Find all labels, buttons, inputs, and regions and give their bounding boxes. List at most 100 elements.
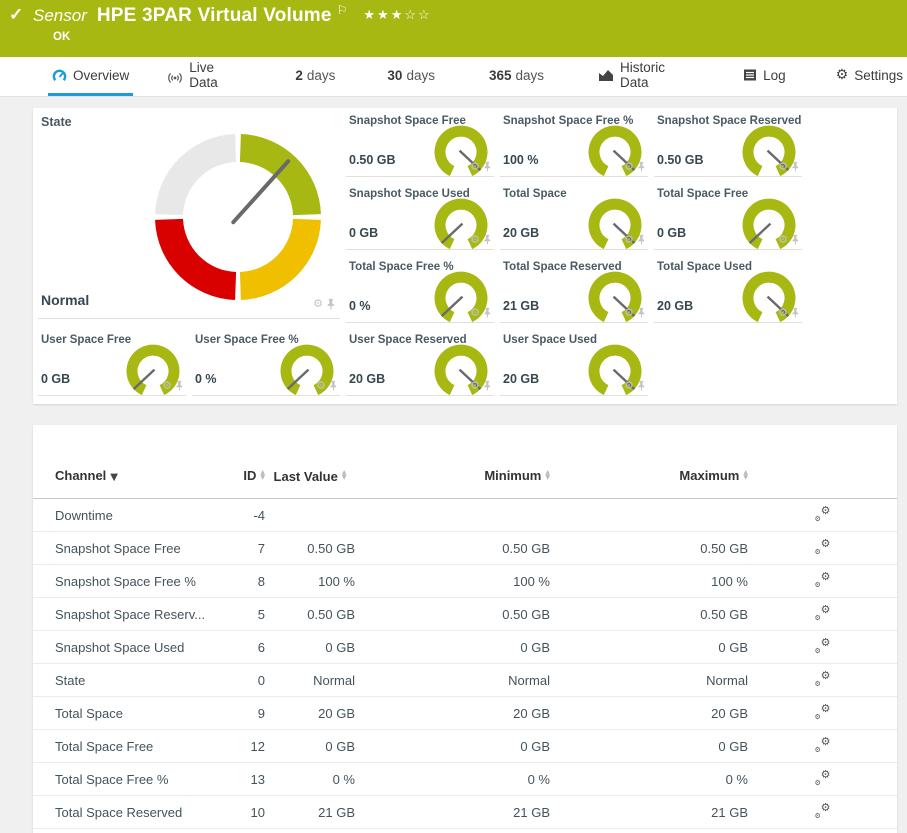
gear-icon[interactable]: ⚙ xyxy=(624,235,634,245)
channel-settings-gear-icon[interactable]: ⚙⚙ xyxy=(815,605,831,621)
tab-live-data[interactable]: Live Data xyxy=(163,57,245,96)
channel-settings-gear-icon[interactable]: ⚙⚙ xyxy=(815,737,831,753)
gauge-title: State xyxy=(41,115,72,129)
sensor-header: ✓ Sensor HPE 3PAR Virtual Volume ⚐ ★★★☆☆… xyxy=(0,0,907,57)
cell-channel: Total Space Free xyxy=(55,739,215,754)
channel-settings-gear-icon[interactable]: ⚙⚙ xyxy=(815,638,831,654)
gear-icon[interactable]: ⚙ xyxy=(778,162,788,172)
flag-icon[interactable]: ⚐ xyxy=(337,3,348,17)
tab-settings[interactable]: ⚙ Settings xyxy=(832,57,907,96)
channel-settings-gear-icon[interactable]: ⚙⚙ xyxy=(815,572,831,588)
pin-icon[interactable] xyxy=(791,234,800,245)
col-header-channel[interactable]: Channel▼ xyxy=(55,468,215,483)
gear-icon[interactable]: ⚙ xyxy=(624,162,634,172)
cell-id: 0 xyxy=(215,673,265,688)
tab-label: days xyxy=(406,68,435,83)
pin-icon[interactable] xyxy=(483,234,492,245)
cell-last-value: 0.50 GB xyxy=(265,607,355,622)
cell-id: 5 xyxy=(215,607,265,622)
gauge-panel-snapshot-space-used: Snapshot Space Used0 GB⚙ xyxy=(346,183,494,250)
col-header-id[interactable]: ID▲▼ xyxy=(215,468,265,483)
pin-icon[interactable] xyxy=(637,234,646,245)
object-kind-label: Sensor xyxy=(33,6,87,26)
channel-settings-gear-icon[interactable]: ⚙⚙ xyxy=(815,506,831,522)
cell-id: -4 xyxy=(215,508,265,523)
cell-minimum: Normal xyxy=(355,673,550,688)
table-row-total-space-free: Total Space Free %130 %0 %0 %⚙⚙ xyxy=(33,763,897,796)
tab-label: days xyxy=(516,68,545,83)
col-header-maximum[interactable]: Maximum▲▼ xyxy=(550,468,748,483)
cell-last-value: 0 GB xyxy=(265,739,355,754)
gear-icon[interactable]: ⚙ xyxy=(778,235,788,245)
tab-label: Historic Data xyxy=(620,60,691,90)
tab-30-days[interactable]: 30 days xyxy=(383,57,439,96)
pin-icon[interactable] xyxy=(175,380,184,391)
gauge-panel-total-space-used: Total Space Used20 GB⚙ xyxy=(654,256,802,323)
gear-icon[interactable]: ⚙ xyxy=(470,381,480,391)
col-header-minimum[interactable]: Minimum▲▼ xyxy=(355,468,550,483)
cell-channel: Snapshot Space Used xyxy=(55,640,215,655)
col-header-last-value[interactable]: Last Value▲▼ xyxy=(265,468,355,484)
channel-settings-gear-icon[interactable]: ⚙⚙ xyxy=(815,671,831,687)
gear-icon[interactable]: ⚙ xyxy=(470,308,480,318)
cell-last-value: 0 % xyxy=(265,772,355,787)
gauge-title: User Space Used xyxy=(503,334,597,346)
cell-channel: Total Space xyxy=(55,706,215,721)
pin-icon[interactable] xyxy=(329,380,338,391)
cell-channel: Snapshot Space Reserv... xyxy=(55,607,215,622)
gauge-panel-snapshot-space-free: Snapshot Space Free0.50 GB⚙ xyxy=(346,110,494,177)
priority-stars[interactable]: ★★★☆☆ xyxy=(363,7,431,23)
gear-icon[interactable]: ⚙ xyxy=(624,308,634,318)
channel-settings-gear-icon[interactable]: ⚙⚙ xyxy=(815,803,831,819)
pin-icon[interactable] xyxy=(791,307,800,318)
cell-last-value: 0 GB xyxy=(265,640,355,655)
table-row-snapshot-space-free: Snapshot Space Free70.50 GB0.50 GB0.50 G… xyxy=(33,532,897,565)
pin-icon[interactable] xyxy=(637,380,646,391)
gear-icon[interactable]: ⚙ xyxy=(162,381,172,391)
gear-icon[interactable]: ⚙ xyxy=(778,308,788,318)
gauge-panel-total-space-free: Total Space Free0 GB⚙ xyxy=(654,183,802,250)
gauge-panel-user-space-free: User Space Free0 GB⚙ xyxy=(38,329,186,396)
cell-channel: Snapshot Space Free xyxy=(55,541,215,556)
gauge-value: 21 GB xyxy=(503,299,539,313)
channel-settings-gear-icon[interactable]: ⚙⚙ xyxy=(815,770,831,786)
pin-icon[interactable] xyxy=(791,161,800,172)
cell-maximum: 0 GB xyxy=(550,739,748,754)
tab-label: Live Data xyxy=(189,60,241,90)
tab-historic-data[interactable]: Historic Data xyxy=(594,57,695,96)
pin-icon[interactable] xyxy=(483,380,492,391)
gauge-value: 0 % xyxy=(195,372,217,386)
channel-settings-gear-icon[interactable]: ⚙⚙ xyxy=(815,539,831,555)
gear-icon[interactable]: ⚙ xyxy=(624,381,634,391)
tab-2-days[interactable]: 2 days xyxy=(291,57,339,96)
gear-icon[interactable]: ⚙ xyxy=(316,381,326,391)
gear-icon[interactable]: ⚙ xyxy=(470,235,480,245)
tab-365-days[interactable]: 365 days xyxy=(485,57,548,96)
state-donut-segment xyxy=(155,134,236,215)
pin-icon[interactable] xyxy=(637,161,646,172)
pin-icon[interactable] xyxy=(326,298,336,310)
channel-settings-gear-icon[interactable]: ⚙⚙ xyxy=(815,704,831,720)
tab-overview[interactable]: Overview xyxy=(48,57,133,96)
gear-icon[interactable]: ⚙ xyxy=(470,162,480,172)
gear-icon[interactable]: ⚙ xyxy=(313,299,323,309)
gauge-value: 0 GB xyxy=(41,372,70,386)
cell-minimum: 0 % xyxy=(355,772,550,787)
sort-arrows-icon: ▲▼ xyxy=(743,471,748,480)
cell-minimum: 0 GB xyxy=(355,640,550,655)
gauge-value: 0 % xyxy=(349,299,371,313)
cell-last-value: 100 % xyxy=(265,574,355,589)
state-donut-segment xyxy=(155,219,236,300)
gauge-panel-total-space-free: Total Space Free %0 %⚙ xyxy=(346,256,494,323)
pin-icon[interactable] xyxy=(483,161,492,172)
sort-caret-icon: ▼ xyxy=(110,472,118,483)
sensor-title: HPE 3PAR Virtual Volume xyxy=(97,5,332,27)
tab-log[interactable]: Log xyxy=(739,57,790,96)
cell-last-value: 21 GB xyxy=(265,805,355,820)
tab-label: Log xyxy=(763,68,786,83)
historic-chart-icon xyxy=(598,68,614,82)
pin-icon[interactable] xyxy=(483,307,492,318)
state-donut-segment xyxy=(240,219,321,300)
pin-icon[interactable] xyxy=(637,307,646,318)
status-ok-check-icon: ✓ xyxy=(9,5,23,25)
